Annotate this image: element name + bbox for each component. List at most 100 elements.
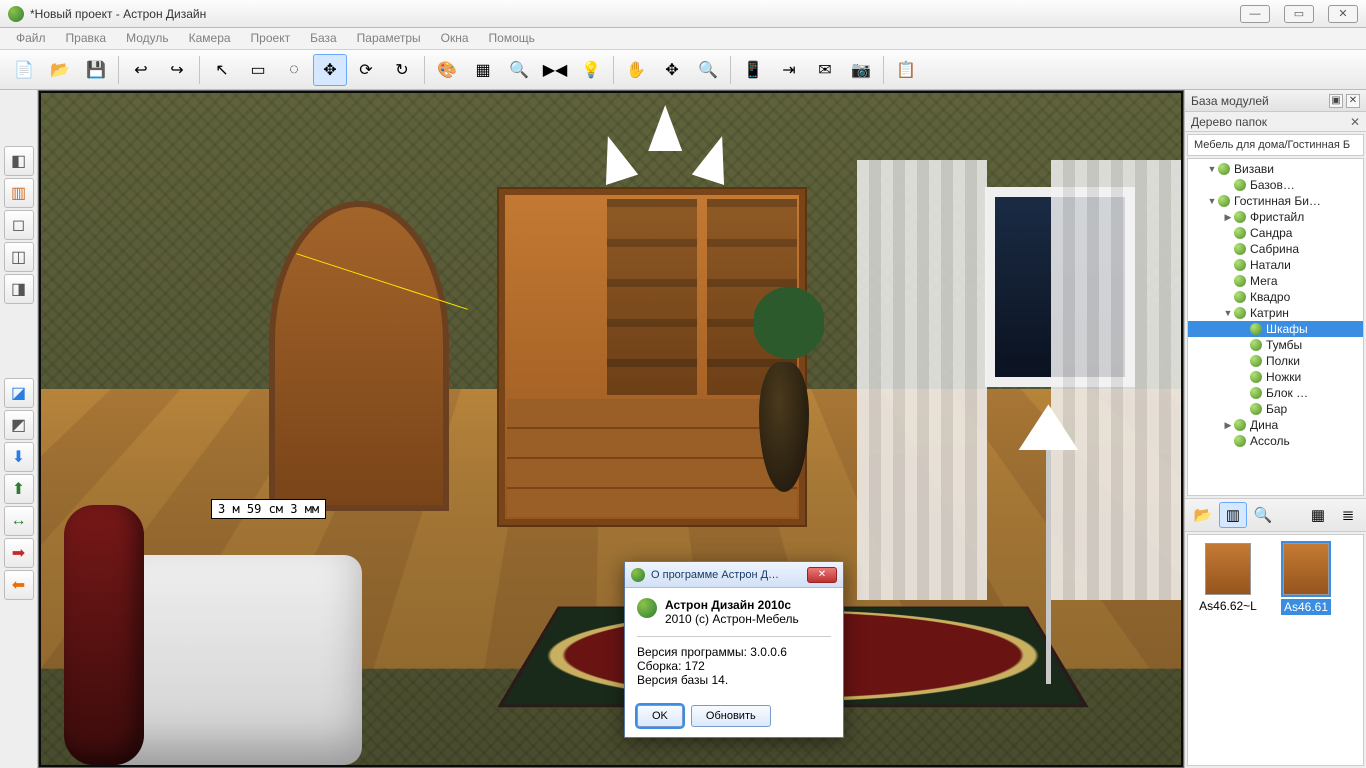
- layer-mid-green-tool-button[interactable]: ↔: [4, 506, 34, 536]
- tree-item[interactable]: ▼Катрин: [1188, 305, 1363, 321]
- catalog-item-label: As46.61: [1281, 599, 1331, 615]
- tree-item[interactable]: ▼Гостинная Би…: [1188, 193, 1363, 209]
- tree-item-label: Блок …: [1266, 386, 1308, 400]
- tree-item[interactable]: Блок …: [1188, 385, 1363, 401]
- palette-button[interactable]: 🎨: [430, 54, 464, 86]
- tree-item-label: Бар: [1266, 402, 1287, 416]
- menu-окна[interactable]: Окна: [431, 28, 479, 49]
- layer-left-orange-tool-button[interactable]: ⬅: [4, 570, 34, 600]
- mail-button[interactable]: ✉: [808, 54, 842, 86]
- folder-breadcrumb[interactable]: Мебель для дома/Гостинная Б: [1187, 134, 1364, 156]
- pointer-button[interactable]: ↖: [205, 54, 239, 86]
- redo-button[interactable]: ↪: [160, 54, 194, 86]
- scene-curtain-left: [857, 160, 987, 600]
- panel-close-button[interactable]: ✕: [1346, 94, 1360, 108]
- save-button[interactable]: 💾: [79, 54, 113, 86]
- view-list-button[interactable]: ≣: [1334, 502, 1362, 528]
- menu-база[interactable]: База: [300, 28, 347, 49]
- open-button[interactable]: 📂: [43, 54, 77, 86]
- folder-icon: [1250, 339, 1262, 351]
- menu-камера[interactable]: Камера: [179, 28, 241, 49]
- move3d-button[interactable]: ✥: [655, 54, 689, 86]
- maximize-button[interactable]: ▭: [1284, 5, 1314, 23]
- menu-файл[interactable]: Файл: [6, 28, 56, 49]
- cube-back-tool-button[interactable]: ◫: [4, 242, 34, 272]
- tree-item[interactable]: Базов…: [1188, 177, 1363, 193]
- cube-side-tool-button[interactable]: ◨: [4, 274, 34, 304]
- module-base-panel: База модулей ▣ ✕ Дерево папок ✕ Мебель д…: [1184, 90, 1366, 768]
- close-button[interactable]: ✕: [1328, 5, 1358, 23]
- light-button[interactable]: 💡: [574, 54, 608, 86]
- zoom-area-button[interactable]: 🔍: [502, 54, 536, 86]
- folder-icon: [1250, 403, 1262, 415]
- tree-item[interactable]: Мега: [1188, 273, 1363, 289]
- layer-up-green-tool-button[interactable]: ⬆: [4, 474, 34, 504]
- tree-item[interactable]: Шкафы: [1188, 321, 1363, 337]
- box-wood-tool-button[interactable]: ▥: [4, 178, 34, 208]
- cube-outline-tool-button[interactable]: ◻: [4, 210, 34, 240]
- box-solid-tool-button[interactable]: ◧: [4, 146, 34, 176]
- export-button[interactable]: ⇥: [772, 54, 806, 86]
- scene-lamp: [1018, 404, 1078, 684]
- catalog-item-label: As46.62~L: [1199, 599, 1257, 613]
- window-title: *Новый проект - Астрон Дизайн: [30, 7, 206, 21]
- folder-icon: [1234, 291, 1246, 303]
- hand-button[interactable]: ✋: [619, 54, 653, 86]
- menu-проект[interactable]: Проект: [241, 28, 301, 49]
- viewport-3d[interactable]: 3 м 59 см 3 мм О программе Астрон Д… ✕ А…: [38, 90, 1184, 768]
- tree-item[interactable]: ▶Дина: [1188, 417, 1363, 433]
- rotate-button[interactable]: ↻: [385, 54, 419, 86]
- select-rect-button[interactable]: ▭: [241, 54, 275, 86]
- move-button[interactable]: ✥: [313, 54, 347, 86]
- device-button[interactable]: 📱: [736, 54, 770, 86]
- menu-параметры[interactable]: Параметры: [347, 28, 431, 49]
- view-icons-button[interactable]: ▦: [1304, 502, 1332, 528]
- zoom-button[interactable]: 🔍: [691, 54, 725, 86]
- catalog-item[interactable]: As46.61: [1274, 543, 1338, 615]
- about-update-button[interactable]: Обновить: [691, 705, 771, 727]
- layer-right-red-tool-button[interactable]: ➡: [4, 538, 34, 568]
- screenshot-button[interactable]: 📷: [844, 54, 878, 86]
- tree-item[interactable]: Ассоль: [1188, 433, 1363, 449]
- mail-icon: ✉: [818, 60, 831, 80]
- minimize-button[interactable]: ―: [1240, 5, 1270, 23]
- panel-pin-button[interactable]: ▣: [1329, 94, 1343, 108]
- tree-item[interactable]: Квадро: [1188, 289, 1363, 305]
- flip-button[interactable]: ▶◀: [538, 54, 572, 86]
- folder-tree[interactable]: ▼Визави Базов…▼Гостинная Би…▶Фристайл Са…: [1187, 158, 1364, 496]
- about-dialog-close-button[interactable]: ✕: [807, 567, 837, 583]
- select-lasso-button[interactable]: ◌: [277, 54, 311, 86]
- up-folder-button[interactable]: 📂: [1189, 502, 1217, 528]
- zoom-area-icon: 🔍: [509, 60, 529, 80]
- view-cabinet-button[interactable]: ▥: [1219, 502, 1247, 528]
- tree-item[interactable]: Тумбы: [1188, 337, 1363, 353]
- folder-tree-close-button[interactable]: ✕: [1350, 115, 1360, 129]
- tree-item[interactable]: Сандра: [1188, 225, 1363, 241]
- rotate-90-button[interactable]: ⟳: [349, 54, 383, 86]
- tree-item[interactable]: Сабрина: [1188, 241, 1363, 257]
- tree-item[interactable]: Натали: [1188, 257, 1363, 273]
- report-button[interactable]: 📋: [889, 54, 923, 86]
- menu-модуль[interactable]: Модуль: [116, 28, 179, 49]
- menu-помощь[interactable]: Помощь: [479, 28, 545, 49]
- menu-правка[interactable]: Правка: [56, 28, 117, 49]
- tree-item[interactable]: Ножки: [1188, 369, 1363, 385]
- rotate-90-icon: ⟳: [359, 60, 372, 80]
- undo-button[interactable]: ↩: [124, 54, 158, 86]
- tree-item[interactable]: Полки: [1188, 353, 1363, 369]
- cube-back-icon: ◫: [11, 247, 26, 267]
- catalog-item[interactable]: As46.62~L: [1196, 543, 1260, 615]
- tree-item[interactable]: ▶Фристайл: [1188, 209, 1363, 225]
- window-titlebar: *Новый проект - Астрон Дизайн ― ▭ ✕: [0, 0, 1366, 28]
- cut-gray-tool-button[interactable]: ◩: [4, 410, 34, 440]
- about-ok-button[interactable]: OK: [637, 705, 683, 727]
- tree-item[interactable]: ▼Визави: [1188, 161, 1363, 177]
- about-dialog-titlebar[interactable]: О программе Астрон Д… ✕: [625, 562, 843, 588]
- layer-down-blue-tool-button[interactable]: ⬇: [4, 442, 34, 472]
- new-button[interactable]: 📄: [7, 54, 41, 86]
- open-icon: 📂: [50, 60, 70, 80]
- texture-button[interactable]: ▦: [466, 54, 500, 86]
- search-button[interactable]: 🔍: [1249, 502, 1277, 528]
- tree-item[interactable]: Бар: [1188, 401, 1363, 417]
- cut-blue-tool-button[interactable]: ◪: [4, 378, 34, 408]
